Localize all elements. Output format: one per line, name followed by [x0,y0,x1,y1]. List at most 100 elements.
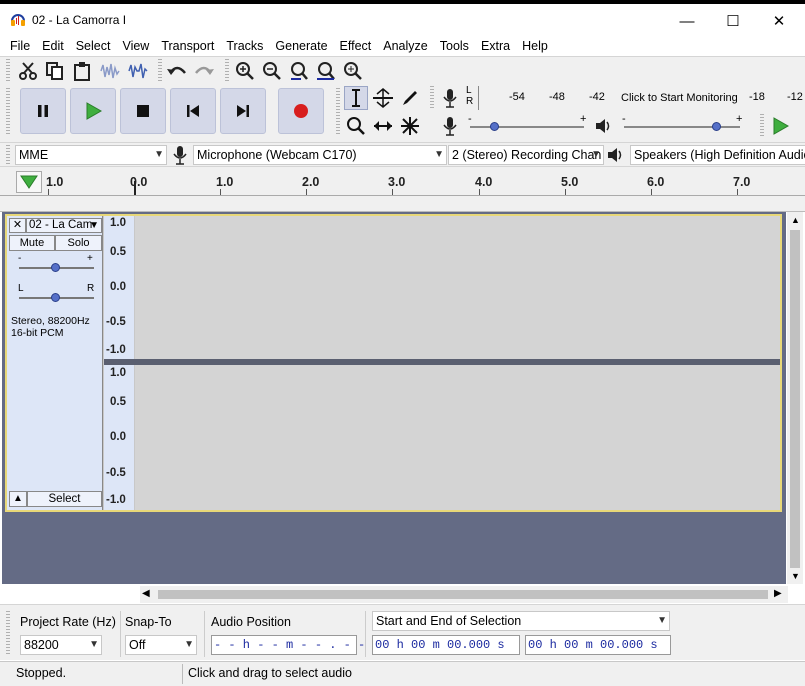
fit-project-icon[interactable] [314,59,338,83]
zoom-tool-icon[interactable] [344,114,368,138]
monitoring-prompt[interactable]: Click to Start Monitoring [621,92,738,104]
menu-edit[interactable]: Edit [36,39,70,53]
menu-file[interactable]: File [4,39,36,53]
fit-selection-icon[interactable] [287,59,311,83]
close-track-button[interactable]: ✕ [9,218,26,233]
chevron-down-icon: ▼ [89,639,99,650]
selection-start-field[interactable]: 00 h 00 m 00.000 s [372,635,520,655]
redo-icon[interactable] [192,59,216,83]
channel-1-vertical-ruler[interactable]: 1.0 0.5 0.0 -0.5 -1.0 [104,216,134,359]
timeline-options-button[interactable] [16,171,42,193]
audacity-logo-icon [11,14,25,26]
record-button[interactable] [278,88,324,134]
chevron-down-icon: ▼ [591,149,601,160]
menu-select[interactable]: Select [70,39,117,53]
play-button[interactable] [70,88,116,134]
draw-tool-icon[interactable] [398,86,422,110]
collapse-track-button[interactable]: ▲ [9,491,27,507]
minimize-button[interactable]: — [664,6,710,36]
ruler-tick-label: 1.0 [216,175,234,189]
toolbar-grip[interactable] [6,611,10,655]
vertical-scroll-thumb[interactable] [790,230,800,568]
project-rate-label: Project Rate (Hz) [20,615,116,629]
selection-mode-select[interactable]: Start and End of Selection ▼ [372,611,670,631]
snap-to-select[interactable]: Off ▼ [125,635,197,655]
audio-position-field[interactable]: - - h - - m - - . - - - s [211,635,394,655]
menu-help[interactable]: Help [516,39,554,53]
zoom-in-icon[interactable] [233,59,257,83]
menu-effect[interactable]: Effect [334,39,378,53]
solo-button[interactable]: Solo [55,235,102,251]
close-button[interactable]: ✕ [756,6,802,36]
status-bar: Stopped. Click and drag to select audio [0,661,805,686]
toolbar-grip[interactable] [158,59,162,83]
playback-device-select[interactable]: Speakers (High Definition Audio [630,145,805,165]
envelope-tool-icon[interactable] [371,86,395,110]
multi-tool-icon[interactable] [398,114,422,138]
record-meter-microphone-icon[interactable] [438,86,462,110]
skip-to-end-button[interactable] [220,88,266,134]
zoom-toggle-icon[interactable] [341,59,365,83]
meter-right-channel: R [466,96,474,107]
undo-icon[interactable] [165,59,189,83]
toolbar-grip[interactable] [6,59,10,83]
toolbar-grip[interactable] [760,114,764,138]
menu-transport[interactable]: Transport [155,39,220,53]
slider-thumb[interactable] [712,122,721,131]
gain-slider-thumb[interactable] [51,263,60,272]
menu-view[interactable]: View [116,39,155,53]
selection-tool-icon[interactable] [344,86,368,110]
vertical-scrollbar[interactable]: ▲ ▼ [787,212,803,584]
horizontal-scrollbar[interactable]: ◀ ▶ [140,586,788,603]
play-at-speed-icon[interactable] [768,114,792,138]
stop-button[interactable] [120,88,166,134]
toolbar-grip[interactable] [6,88,10,134]
paste-icon[interactable] [70,59,94,83]
ruler-tick-label: 0.0 [130,175,148,189]
zoom-out-icon[interactable] [260,59,284,83]
slider-thumb[interactable] [490,122,499,131]
copy-icon[interactable] [43,59,67,83]
menu-extra[interactable]: Extra [475,39,516,53]
trim-audio-icon[interactable] [98,59,122,83]
project-rate-select[interactable]: 88200 ▼ [20,635,102,655]
channel-1-waveform[interactable] [135,216,780,359]
time-shift-tool-icon[interactable] [371,114,395,138]
cut-icon[interactable] [16,59,40,83]
track-name-menu[interactable]: 02 - La Cam ▼ [26,218,102,233]
selection-end-field[interactable]: 00 h 00 m 00.000 s [525,635,671,655]
scroll-up-icon[interactable]: ▲ [791,215,800,225]
menu-analyze[interactable]: Analyze [377,39,433,53]
channel-2-vertical-ruler[interactable]: 1.0 0.5 0.0 -0.5 -1.0 [104,365,134,510]
recording-device-select[interactable]: Microphone (Webcam C170) ▼ [193,145,447,165]
menu-tools[interactable]: Tools [434,39,475,53]
silence-audio-icon[interactable] [126,59,150,83]
timeline-ruler[interactable]: 1.0 0.0 1.0 2.0 3.0 4.0 5.0 6.0 7.0 [0,166,805,196]
record-meter[interactable]: -54 -48 -42 Click to Start Monitoring -1… [478,86,803,110]
toolbar-grip[interactable] [336,88,340,134]
scroll-down-icon[interactable]: ▼ [791,571,800,581]
menu-tracks[interactable]: Tracks [220,39,269,53]
pause-button[interactable] [20,88,66,134]
playback-volume-speaker-icon [592,114,616,138]
toolbar-grip[interactable] [6,145,10,165]
menu-generate[interactable]: Generate [269,39,333,53]
horizontal-scroll-thumb[interactable] [158,590,768,599]
recording-volume-slider[interactable]: - + [466,113,588,137]
pan-slider-thumb[interactable] [51,293,60,302]
playback-volume-slider[interactable]: - + [620,113,746,137]
scroll-left-icon[interactable]: ◀ [142,588,150,599]
audio-host-select[interactable]: MME ▼ [15,145,167,165]
toolbar-grip[interactable] [430,86,434,110]
recording-channels-select[interactable]: 2 (Stereo) Recording Chan ▼ [448,145,604,165]
select-track-button[interactable]: Select [27,491,102,507]
mute-button[interactable]: Mute [9,235,55,251]
ruler-tick-label: 6.0 [647,175,665,189]
maximize-button[interactable]: ☐ [710,6,756,36]
meter-scale-label: -48 [549,91,565,103]
scroll-right-icon[interactable]: ▶ [774,588,782,599]
toolbar-grip[interactable] [225,59,229,83]
channel-2-waveform[interactable] [135,365,780,510]
skip-to-start-button[interactable] [170,88,216,134]
chevron-down-icon: ▼ [184,639,194,650]
